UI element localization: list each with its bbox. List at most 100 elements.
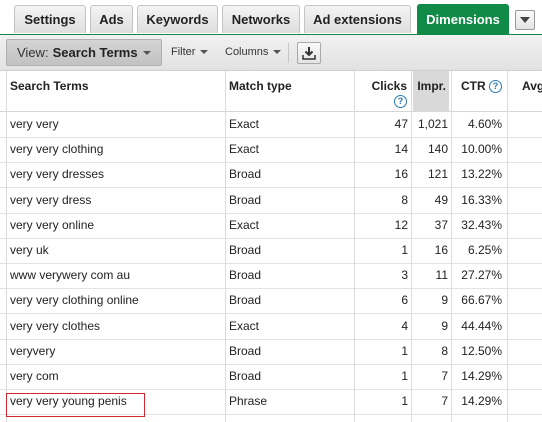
column-divider xyxy=(507,71,508,422)
column-divider xyxy=(6,71,7,422)
cell-search-term: very very dresses xyxy=(10,167,105,181)
cell-ctr: 10.00% xyxy=(461,142,502,156)
help-icon[interactable]: ? xyxy=(394,95,407,109)
column-divider xyxy=(451,71,452,422)
column-divider xyxy=(411,71,412,422)
cell-impressions: 7 xyxy=(441,369,448,383)
column-header-impr[interactable]: Impr. xyxy=(413,71,449,111)
cell-search-term: very very xyxy=(10,117,59,131)
tab-dimensions[interactable]: Dimensions xyxy=(417,4,509,34)
column-header-ctr[interactable]: CTR ? xyxy=(453,71,505,111)
table-row[interactable]: very uk Broad 1 16 6.25% xyxy=(0,238,542,264)
tab-bar: Settings Ads Keywords Networks Ad extens… xyxy=(0,0,542,35)
column-header-avg[interactable]: Avg xyxy=(522,71,542,111)
toolbar-divider xyxy=(288,43,289,63)
download-button[interactable] xyxy=(297,42,321,64)
cell-match-type: Exact xyxy=(229,218,260,232)
cell-ctr: 13.22% xyxy=(461,167,502,181)
highlight-annotation xyxy=(6,393,145,417)
cell-ctr: 14.29% xyxy=(461,369,502,383)
cell-clicks: 12 xyxy=(394,218,408,232)
cell-match-type: Broad xyxy=(229,344,262,358)
filter-menu[interactable]: Filter xyxy=(171,43,209,61)
cell-ctr: 14.29% xyxy=(461,394,502,408)
cell-match-type: Exact xyxy=(229,319,260,333)
cell-search-term: very com xyxy=(10,369,59,383)
cell-impressions: 7 xyxy=(441,394,448,408)
chevron-down-icon xyxy=(520,17,530,23)
table-row[interactable]: very very clothing online Broad 6 9 66.67% xyxy=(0,288,542,314)
column-header-match-type[interactable]: Match type xyxy=(229,71,329,111)
tab-keywords[interactable]: Keywords xyxy=(137,5,218,33)
cell-clicks: 1 xyxy=(401,394,408,408)
cell-search-term: very very dress xyxy=(10,193,92,207)
table-row[interactable]: very very online Exact 12 37 32.43% xyxy=(0,213,542,239)
cell-ctr: 16.33% xyxy=(461,193,502,207)
cell-clicks: 3 xyxy=(401,268,408,282)
chevron-down-icon xyxy=(273,50,282,54)
cell-ctr: 27.27% xyxy=(461,268,502,282)
cell-match-type: Broad xyxy=(229,369,262,383)
cell-search-term: veryvery xyxy=(10,344,56,358)
tab-settings[interactable]: Settings xyxy=(14,5,86,33)
cell-search-term: very very online xyxy=(10,218,95,232)
cell-impressions: 1,021 xyxy=(417,117,448,131)
cell-ctr: 32.43% xyxy=(461,218,502,232)
cell-impressions: 16 xyxy=(434,243,448,257)
cell-impressions: 11 xyxy=(435,268,448,282)
cell-match-type: Broad xyxy=(229,243,262,257)
cell-clicks: 1 xyxy=(401,243,408,257)
cell-match-type: Broad xyxy=(229,167,262,181)
cell-ctr: 12.50% xyxy=(461,344,502,358)
cell-match-type: Exact xyxy=(229,117,260,131)
cell-clicks: 16 xyxy=(394,167,408,181)
cell-match-type: Broad xyxy=(229,193,262,207)
clicks-header-label: Clicks xyxy=(371,79,407,93)
cell-ctr: 66.67% xyxy=(461,293,502,307)
table-row[interactable]: very very clothing Exact 14 140 10.00% xyxy=(0,137,542,163)
table-row[interactable]: veryvery Broad 1 8 12.50% xyxy=(0,339,542,365)
cell-match-type: Exact xyxy=(229,142,260,156)
table-row[interactable]: very very dresses Broad 16 121 13.22% xyxy=(0,162,542,188)
tab-more-button[interactable] xyxy=(515,10,535,30)
tab-ad-extensions[interactable]: Ad extensions xyxy=(304,5,411,33)
cell-search-term: very very clothing online xyxy=(10,293,139,307)
cell-clicks: 8 xyxy=(401,193,408,207)
columns-menu[interactable]: Columns xyxy=(225,43,282,61)
tab-ads[interactable]: Ads xyxy=(90,5,133,33)
cell-search-term: very uk xyxy=(10,243,49,257)
cell-impressions: 121 xyxy=(427,167,448,181)
column-header-search-terms[interactable]: Search Terms xyxy=(10,71,210,111)
table-header: Search Terms Match type Clicks ? Impr. C… xyxy=(0,71,542,112)
cell-search-term: very very clothing xyxy=(10,142,104,156)
table-row[interactable]: very com Broad 1 7 14.29% xyxy=(0,364,542,390)
view-dropdown[interactable]: View: Search Terms xyxy=(6,39,162,66)
filter-label: Filter xyxy=(171,46,196,58)
cell-match-type: Broad xyxy=(229,293,262,307)
cell-clicks: 1 xyxy=(401,344,408,358)
cell-impressions: 9 xyxy=(441,319,448,333)
chevron-down-icon xyxy=(142,50,151,55)
table-row[interactable]: www verywery com au Broad 3 11 27.27% xyxy=(0,263,542,289)
view-value: Search Terms xyxy=(52,45,138,60)
cell-clicks: 6 xyxy=(401,293,408,307)
cell-impressions: 37 xyxy=(434,218,448,232)
cell-impressions: 49 xyxy=(434,193,448,207)
cell-clicks: 47 xyxy=(394,117,408,131)
table-row[interactable]: very very clothes Exact 4 9 44.44% xyxy=(0,314,542,340)
cell-match-type: Broad xyxy=(229,268,262,282)
cell-ctr: 44.44% xyxy=(461,319,502,333)
download-icon xyxy=(302,47,316,60)
table-row[interactable]: very very Exact 47 1,021 4.60% xyxy=(0,112,542,138)
help-icon[interactable]: ? xyxy=(489,80,502,94)
cell-clicks: 4 xyxy=(401,319,408,333)
column-divider xyxy=(354,71,355,422)
tab-networks[interactable]: Networks xyxy=(222,5,300,33)
table-row[interactable]: very very dress Broad 8 49 16.33% xyxy=(0,188,542,214)
column-header-clicks[interactable]: Clicks ? xyxy=(356,71,409,111)
cell-clicks: 14 xyxy=(394,142,408,156)
column-divider xyxy=(225,71,226,422)
view-label: View: xyxy=(17,45,49,60)
toolbar: View: Search Terms Filter Columns xyxy=(0,35,542,71)
cell-impressions: 9 xyxy=(441,293,448,307)
